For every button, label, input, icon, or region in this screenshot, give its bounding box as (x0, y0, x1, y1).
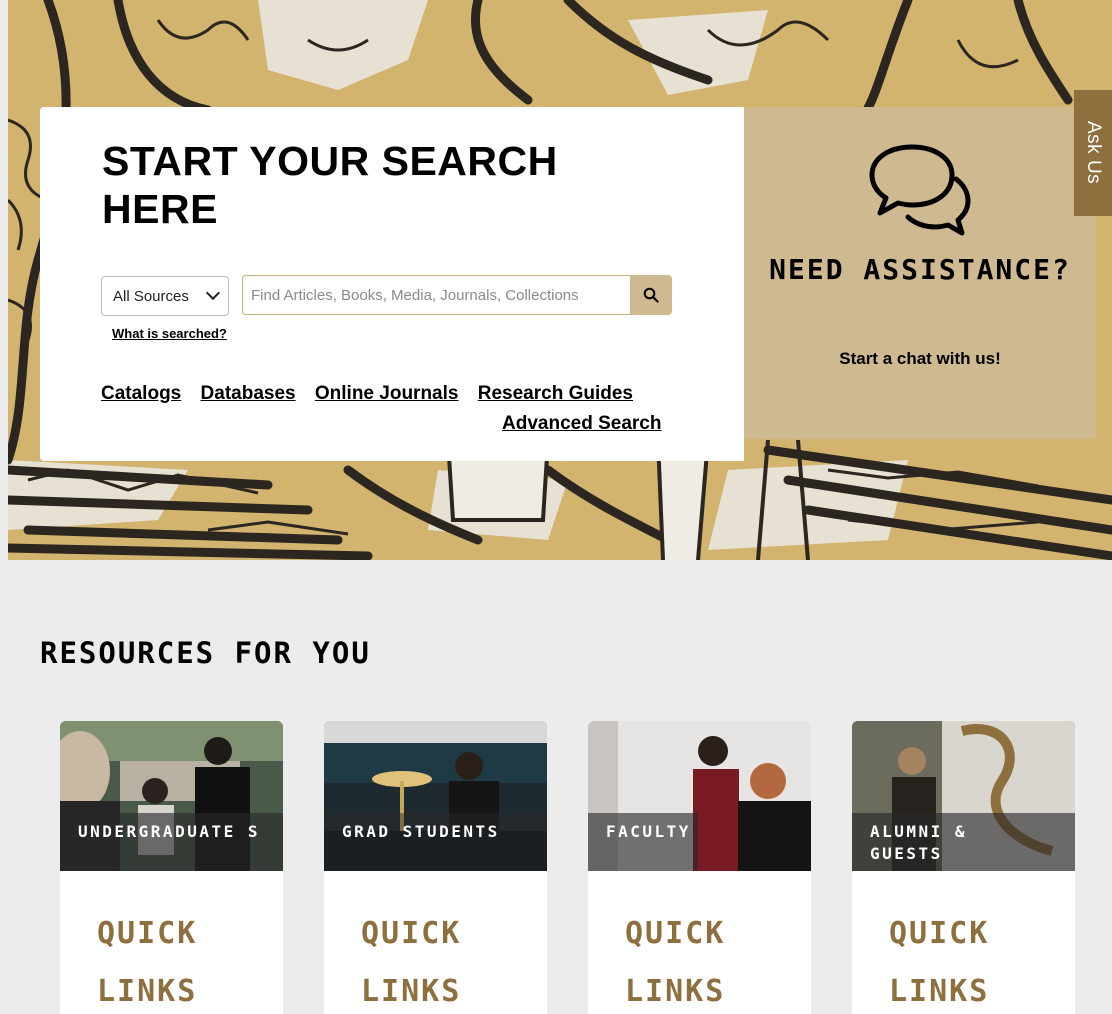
grad-students-card[interactable]: GRAD STUDENTS QUICK LINKS (324, 721, 547, 1014)
search-title: START YOUR SEARCH HERE (102, 138, 558, 232)
source-select-value: All Sources (113, 287, 189, 305)
advanced-search-link[interactable]: Advanced Search (502, 413, 661, 435)
search-input[interactable] (242, 275, 632, 315)
need-assistance-panel[interactable]: NEED ASSISTANCE? Start a chat with us! (744, 107, 1096, 439)
alumni-guests-card[interactable]: ALUMNI & GUESTS QUICK LINKS (852, 721, 1075, 1014)
resources-title: RESOURCES FOR YOU (40, 636, 371, 670)
quick-links-link[interactable]: QUICK LINKS (625, 905, 775, 1014)
alumni-guests-label: ALUMNI & GUESTS (870, 822, 968, 863)
databases-link[interactable]: Databases (201, 383, 296, 404)
assist-subtitle: Start a chat with us! (839, 349, 1001, 368)
undergraduates-card[interactable]: UNDERGRADUATE S QUICK LINKS (60, 721, 283, 1014)
research-guides-link[interactable]: Research Guides (478, 383, 633, 404)
catalogs-link[interactable]: Catalogs (101, 383, 181, 404)
chat-bubbles-icon (869, 144, 971, 236)
search-card: START YOUR SEARCH HERE All Sources What … (40, 107, 744, 461)
quick-links-link[interactable]: QUICK LINKS (361, 905, 511, 1014)
search-quick-links: Catalogs Databases Online Journals Resea… (101, 383, 647, 405)
quick-links-link[interactable]: QUICK LINKS (889, 905, 1039, 1014)
grad-students-label: GRAD STUDENTS (342, 822, 500, 841)
chevron-down-icon (205, 285, 221, 301)
card-label-bg: UNDERGRADUATE S (60, 813, 283, 871)
undergraduates-label: UNDERGRADUATE S (78, 822, 260, 841)
faculty-label: FACULTY (606, 822, 691, 841)
card-label-bg: GRAD STUDENTS (324, 813, 547, 871)
card-label-bg: ALUMNI & GUESTS (852, 813, 1075, 871)
online-journals-link[interactable]: Online Journals (315, 383, 459, 404)
faculty-card[interactable]: FACULTY QUICK LINKS (588, 721, 811, 1014)
assist-title: NEED ASSISTANCE? (769, 253, 1071, 286)
search-icon (643, 287, 659, 303)
what-is-searched-link[interactable]: What is searched? (112, 326, 227, 341)
source-select[interactable]: All Sources (101, 276, 229, 316)
quick-links-link[interactable]: QUICK LINKS (97, 905, 247, 1014)
ask-us-tab[interactable]: Ask Us (1074, 90, 1112, 216)
card-label-bg: FACULTY (588, 813, 698, 871)
search-button[interactable] (630, 275, 672, 315)
